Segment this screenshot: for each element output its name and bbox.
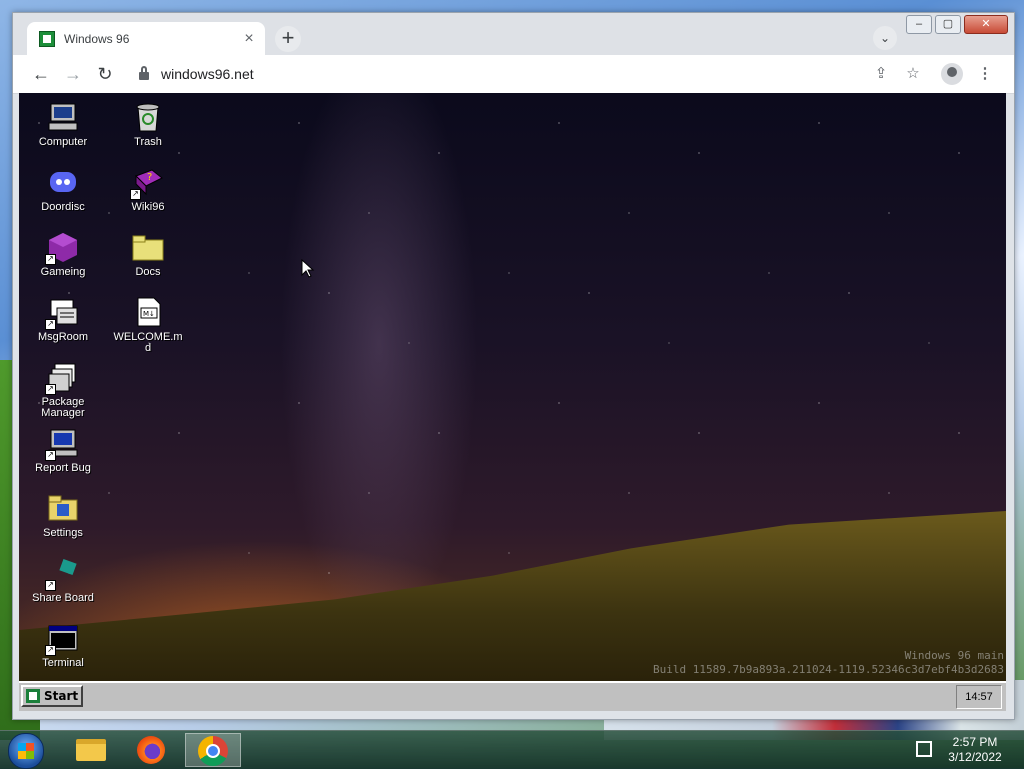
desktop-icon-gameing[interactable]: ↗ Gameing (26, 231, 100, 278)
settings-icon (47, 492, 79, 524)
desktop-icon-label: Docs (135, 266, 161, 278)
tab-search-button[interactable]: ⌄ (873, 26, 897, 50)
start-button[interactable]: Start (21, 685, 83, 707)
tab-strip: Windows 96 × + ⌄ – ▢ ✕ (13, 13, 1014, 55)
kebab-menu-icon[interactable]: ⋮ (975, 64, 995, 82)
svg-text:M↓: M↓ (143, 310, 155, 318)
url-text[interactable]: windows96.net (161, 66, 254, 82)
desktop-icon-label: WELCOME.md (113, 331, 183, 354)
close-window-button[interactable]: ✕ (964, 15, 1008, 34)
svg-text:?: ? (147, 172, 152, 183)
desktop-icon-label: Doordisc (41, 201, 85, 213)
build-line-1: Windows 96 main (904, 649, 1004, 662)
desktop-icon-terminal[interactable]: ↗ Terminal (26, 622, 100, 669)
shortcut-arrow-icon: ↗ (45, 645, 56, 656)
desktop-icon-label: Trash (134, 136, 162, 148)
desktop-icon-label: Share Board (32, 592, 94, 604)
host-taskbar: 2:57 PM 3/12/2022 (0, 730, 1024, 769)
desktop-icon-label: Wiki96 (131, 201, 165, 213)
markdown-file-icon: M↓ (132, 296, 164, 328)
maximize-button[interactable]: ▢ (935, 15, 961, 34)
share-icon[interactable]: ⇪ (871, 64, 891, 82)
file-explorer-icon (76, 739, 106, 761)
win96-desktop[interactable]: Computer Doordisc ↗ Gameing ↗ MsgRoom ↗ … (19, 93, 1006, 711)
desktop-icon-doordisc[interactable]: Doordisc (26, 166, 100, 213)
shortcut-arrow-icon: ↗ (45, 450, 56, 461)
desktop-icon-package-manager[interactable]: ↗ Package Manager (26, 361, 100, 419)
network-icon[interactable] (916, 741, 932, 757)
host-clock[interactable]: 2:57 PM 3/12/2022 (944, 735, 1006, 765)
chat-icon: ↗ (45, 296, 79, 330)
folder-icon (132, 231, 164, 263)
share-board-icon: ↗ (45, 557, 79, 591)
shortcut-arrow-icon: ↗ (45, 580, 56, 591)
build-line-2: Build 11589.7b9a893a.211024-1119.52346c3… (653, 663, 1004, 676)
desktop-icon-msgroom[interactable]: ↗ MsgRoom (26, 296, 100, 343)
trash-icon (132, 101, 164, 133)
windows-start-orb-icon[interactable] (8, 733, 44, 769)
close-icon[interactable]: × (239, 29, 259, 49)
host-time: 2:57 PM (952, 735, 998, 749)
shortcut-arrow-icon: ↗ (45, 384, 56, 395)
windows96-logo-icon (39, 30, 55, 47)
back-button[interactable]: ← (31, 64, 51, 84)
book-icon: ? ↗ (130, 166, 164, 200)
desktop-icon-label: Terminal (42, 657, 84, 669)
forward-button[interactable]: → (63, 64, 83, 84)
address-bar[interactable]: windows96.net (129, 60, 989, 88)
reload-button[interactable]: ↻ (95, 64, 115, 84)
chrome-icon (198, 736, 228, 766)
desktop-icon-label: Computer (38, 136, 88, 148)
desktop-icon-report-bug[interactable]: ↗ Report Bug (26, 427, 100, 474)
start-label: Start (44, 689, 79, 703)
window-controls: – ▢ ✕ (906, 15, 1008, 34)
windows96-logo-icon (26, 689, 40, 703)
package-icon: ↗ (45, 361, 79, 395)
taskbar-firefox[interactable] (124, 733, 180, 767)
computer-icon (47, 101, 79, 133)
taskbar-chrome[interactable] (185, 733, 241, 767)
cube-icon: ↗ (45, 231, 79, 265)
desktop-icon-welcome-md[interactable]: M↓ WELCOME.md (111, 296, 185, 354)
win96-clock: 14:57 (956, 685, 1002, 709)
browser-window: Windows 96 × + ⌄ – ▢ ✕ ← → ↻ windows96.n… (12, 12, 1015, 720)
desktop-icon-computer[interactable]: Computer (26, 101, 100, 148)
desktop-icon-label: MsgRoom (37, 331, 89, 343)
bug-report-icon: ↗ (45, 427, 79, 461)
desktop-icon-settings[interactable]: Settings (26, 492, 100, 539)
terminal-icon: ↗ (45, 622, 79, 656)
profile-icon[interactable] (941, 63, 963, 85)
minimize-button[interactable]: – (906, 15, 932, 34)
desktop-icon-label: Settings (43, 527, 83, 539)
firefox-icon (137, 736, 165, 764)
browser-tab[interactable]: Windows 96 × (27, 22, 265, 55)
taskbar-file-explorer[interactable] (62, 733, 118, 767)
browser-toolbar: ← → ↻ windows96.net ⇪ ☆ ⋮ (13, 55, 1014, 94)
shortcut-arrow-icon: ↗ (45, 254, 56, 265)
desktop-icon-share-board[interactable]: ↗ Share Board (26, 557, 100, 604)
discord-icon (47, 166, 79, 198)
host-date: 3/12/2022 (948, 750, 1002, 764)
win96-taskbar: Start 14:57 (19, 681, 1006, 711)
new-tab-button[interactable]: + (275, 26, 301, 52)
shortcut-arrow-icon: ↗ (130, 189, 141, 200)
desktop-icon-trash[interactable]: Trash (111, 101, 185, 148)
build-info: Windows 96 main Build 11589.7b9a893a.211… (653, 649, 1004, 677)
desktop-icon-label: Package Manager (41, 396, 85, 419)
desktop-icon-label: Gameing (40, 266, 86, 278)
desktop-icon-label: Report Bug (35, 462, 91, 474)
shortcut-arrow-icon: ↗ (45, 319, 56, 330)
star-icon[interactable]: ☆ (903, 64, 923, 82)
lock-icon[interactable] (139, 66, 149, 80)
tab-title: Windows 96 (64, 31, 130, 46)
desktop-icon-wiki96[interactable]: ? ↗ Wiki96 (111, 166, 185, 213)
desktop-icon-docs[interactable]: Docs (111, 231, 185, 278)
mouse-cursor-icon (301, 259, 315, 278)
